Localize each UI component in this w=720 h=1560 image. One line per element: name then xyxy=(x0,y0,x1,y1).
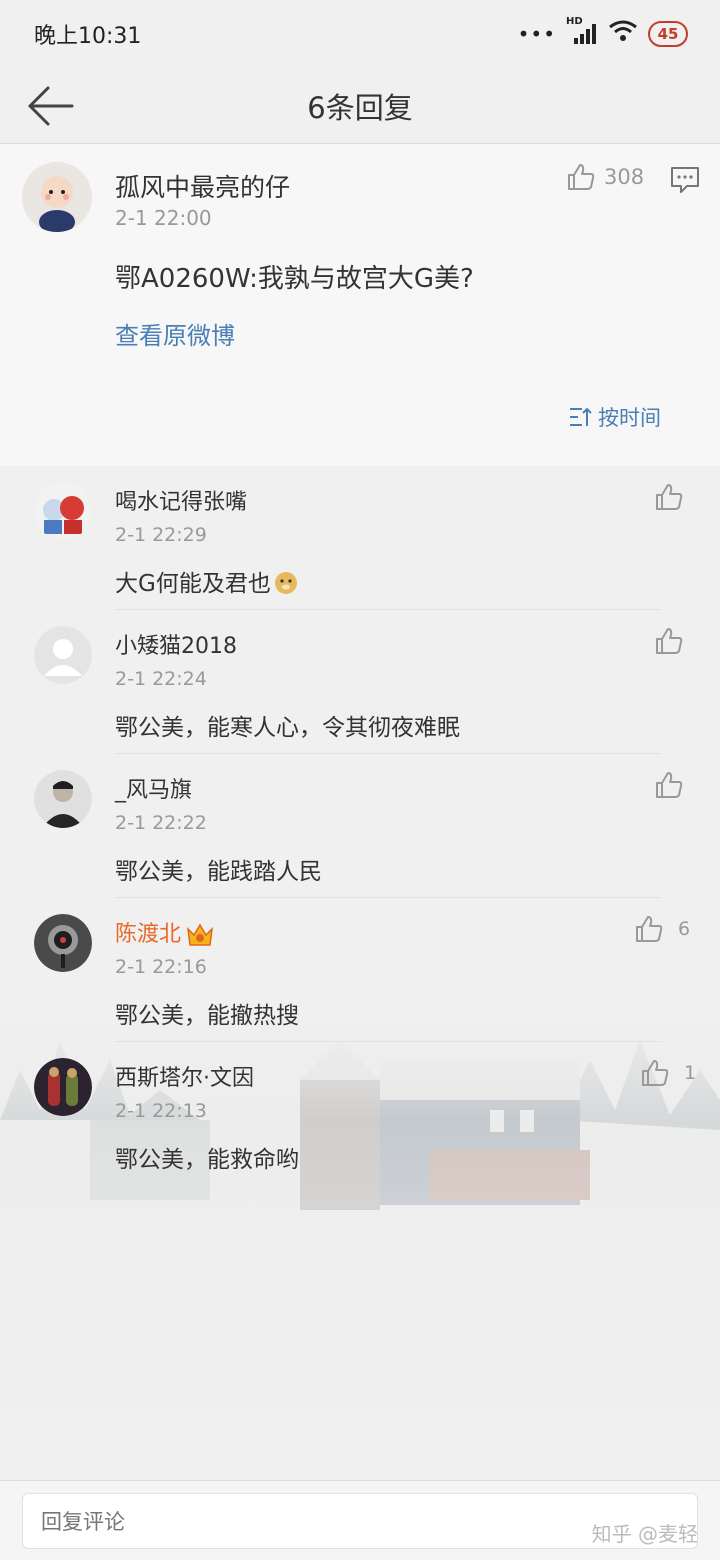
status-bar: 晚上10:31 ••• HD 45 xyxy=(0,0,720,68)
reply-item: 陈渡北 2-1 22:16 鄂公美，能撤热搜 6 xyxy=(0,898,720,1042)
reply-item: 小矮猫2018 2-1 22:24 鄂公美，能寒人心，令其彻夜难眠 xyxy=(0,610,720,754)
username[interactable]: 喝水记得张嘴 xyxy=(115,484,247,516)
back-button[interactable] xyxy=(26,84,74,128)
vip-crown-icon xyxy=(187,923,214,946)
thumbs-up-icon xyxy=(656,484,683,510)
page-title: 6条回复 xyxy=(307,90,413,125)
reply-item: 西斯塔尔·文因 2-1 22:13 鄂公美，能救命哟 1 xyxy=(0,1042,720,1186)
like-button[interactable]: 308 xyxy=(566,162,644,192)
nav-bar: 6条回复 xyxy=(0,68,720,144)
signal-icon: HD xyxy=(566,16,598,46)
avatar[interactable] xyxy=(34,914,92,972)
reply-content: 鄂公美，能践踏人民 xyxy=(115,859,322,885)
username[interactable]: 陈渡北 xyxy=(115,916,215,949)
reply-time: 2-1 22:22 xyxy=(115,812,207,834)
like-count: 1 xyxy=(684,1062,697,1084)
reply-item: 喝水记得张嘴 2-1 22:29 大G何能及君也 xyxy=(0,466,720,610)
thumbs-up-icon xyxy=(568,164,595,190)
back-arrow-icon xyxy=(28,86,74,126)
post-time: 2-1 22:00 xyxy=(115,206,212,230)
view-original-link[interactable]: 查看原微博 xyxy=(115,316,235,351)
post-content: 鄂A0260W:我孰与故宫大G美? xyxy=(115,264,474,294)
thumbs-up-icon xyxy=(656,772,683,798)
avatar[interactable] xyxy=(34,770,92,828)
more-dots-icon: ••• xyxy=(517,22,556,46)
reply-content: 鄂公美，能撤热搜 xyxy=(115,1003,299,1029)
username[interactable]: 小矮猫2018 xyxy=(115,628,237,660)
status-icons: ••• HD 45 xyxy=(517,16,688,49)
username[interactable]: 孤风中最亮的仔 xyxy=(115,168,290,204)
sort-button[interactable]: 按时间 xyxy=(568,402,661,432)
avatar[interactable] xyxy=(22,162,92,232)
like-button[interactable]: 1 xyxy=(640,1058,696,1088)
like-button[interactable] xyxy=(654,626,698,656)
thumbs-up-icon xyxy=(642,1060,669,1086)
network-type-label: HD xyxy=(566,16,583,27)
reply-time: 2-1 22:29 xyxy=(115,524,207,546)
battery-icon: 45 xyxy=(648,21,688,47)
reply-content: 鄂公美，能救命哟 xyxy=(115,1147,299,1173)
status-time: 晚上10:31 xyxy=(34,24,142,49)
reply-time: 2-1 22:13 xyxy=(115,1100,207,1122)
doge-emoji-icon xyxy=(274,572,297,594)
username[interactable]: _风马旗 xyxy=(115,772,192,804)
avatar[interactable] xyxy=(34,626,92,684)
wifi-icon xyxy=(608,19,638,49)
thumbs-up-icon xyxy=(636,916,663,942)
reply-item: _风马旗 2-1 22:22 鄂公美，能践踏人民 xyxy=(0,754,720,898)
sort-icon xyxy=(570,407,592,426)
like-count: 308 xyxy=(604,165,645,189)
like-button[interactable] xyxy=(654,770,698,800)
avatar[interactable] xyxy=(34,482,92,540)
sort-label: 按时间 xyxy=(598,406,661,430)
comment-icon[interactable] xyxy=(670,166,700,194)
reply-time: 2-1 22:24 xyxy=(115,668,207,690)
reply-time: 2-1 22:16 xyxy=(115,956,207,978)
like-button[interactable] xyxy=(654,482,698,512)
main-post: 孤风中最亮的仔 2-1 22:00 308 鄂A0260W:我孰与故宫大G美? … xyxy=(0,144,720,466)
watermark: 知乎 @麦轻 xyxy=(591,1522,698,1546)
thumbs-up-icon xyxy=(656,628,683,654)
like-count: 6 xyxy=(678,918,691,940)
reply-content: 大G何能及君也 xyxy=(115,564,299,598)
username[interactable]: 西斯塔尔·文因 xyxy=(115,1060,254,1092)
like-button[interactable]: 6 xyxy=(634,914,690,944)
reply-content: 鄂公美，能寒人心，令其彻夜难眠 xyxy=(115,715,460,741)
avatar[interactable] xyxy=(34,1058,92,1116)
